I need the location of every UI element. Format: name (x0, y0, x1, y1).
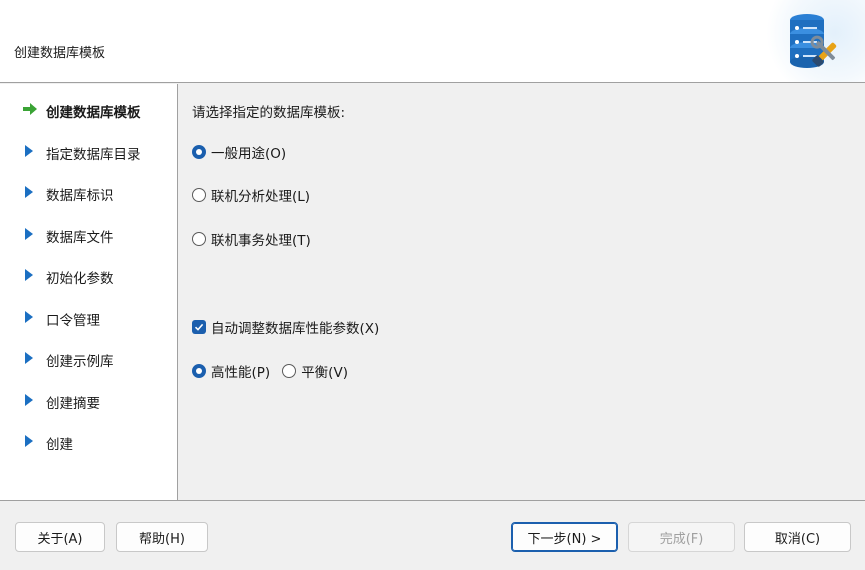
step-label: 创建数据库模板 (46, 105, 141, 121)
step-summary: 创建摘要 (0, 389, 178, 412)
step-label: 指定数据库目录 (46, 147, 141, 163)
radio-balanced[interactable]: 平衡(V) (282, 361, 348, 381)
step-arrow-icon (25, 145, 33, 157)
radio-button[interactable] (192, 188, 206, 202)
radio-high-performance[interactable]: 高性能(P) (192, 361, 270, 381)
finish-button[interactable]: 完成(F) (628, 522, 735, 552)
radio-general-purpose[interactable]: 一般用途(O) (192, 143, 287, 162)
next-button[interactable]: 下一步(N) > (511, 522, 618, 552)
step-database-files: 数据库文件 (0, 223, 178, 246)
step-label: 口令管理 (46, 313, 100, 329)
database-logo-icon (765, 0, 865, 82)
step-sample-database: 创建示例库 (0, 347, 178, 370)
step-arrow-icon (25, 186, 33, 198)
wizard-header: 创建数据库模板 (0, 0, 865, 83)
step-label: 创建摘要 (46, 396, 100, 412)
step-create: 创建 (0, 430, 178, 453)
radio-button[interactable] (192, 232, 206, 246)
step-arrow-icon (25, 352, 33, 364)
radio-button[interactable] (192, 145, 206, 159)
auto-tune-checkbox[interactable]: 自动调整数据库性能参数(X) (192, 318, 380, 337)
radio-label: 联机事务处理(T) (211, 233, 311, 249)
wizard-content: 请选择指定的数据库模板: 一般用途(O) 联机分析处理(L) 联机事务处理(T)… (179, 84, 865, 500)
template-prompt: 请选择指定的数据库模板: (192, 105, 346, 121)
checkmark-icon[interactable] (192, 320, 206, 334)
about-button[interactable]: 关于(A) (15, 522, 105, 552)
step-database-directory: 指定数据库目录 (0, 140, 178, 163)
radio-label: 一般用途(O) (211, 146, 287, 162)
current-step-arrow-icon (23, 103, 37, 115)
step-database-identity: 数据库标识 (0, 181, 178, 204)
radio-olap[interactable]: 联机分析处理(L) (192, 186, 311, 205)
step-arrow-icon (25, 228, 33, 240)
step-init-params: 初始化参数 (0, 264, 178, 287)
step-create-template: 创建数据库模板 (0, 98, 178, 121)
radio-button[interactable] (192, 364, 206, 378)
wizard-footer: 关于(A) 帮助(H) 下一步(N) > 完成(F) 取消(C) (0, 500, 865, 570)
step-label: 初始化参数 (46, 271, 114, 287)
wizard-steps-sidebar: 创建数据库模板 指定数据库目录 数据库标识 数据库文件 初始化参数 口令管理 创… (0, 84, 178, 500)
step-label: 创建示例库 (46, 354, 114, 370)
step-arrow-icon (25, 269, 33, 281)
radio-label: 联机分析处理(L) (211, 189, 311, 205)
checkbox-label: 自动调整数据库性能参数(X) (211, 321, 380, 337)
step-arrow-icon (25, 394, 33, 406)
step-password-management: 口令管理 (0, 306, 178, 329)
help-button[interactable]: 帮助(H) (116, 522, 208, 552)
window-title: 创建数据库模板 (14, 46, 106, 61)
radio-button[interactable] (282, 364, 297, 378)
radio-label: 平衡(V) (301, 365, 348, 381)
step-label: 数据库标识 (46, 188, 114, 204)
radio-oltp[interactable]: 联机事务处理(T) (192, 230, 311, 249)
cancel-button[interactable]: 取消(C) (744, 522, 851, 552)
step-arrow-icon (25, 311, 33, 323)
radio-label: 高性能(P) (211, 365, 271, 381)
step-label: 创建 (46, 437, 73, 453)
tune-mode-group: 高性能(P) 平衡(V) (192, 361, 348, 381)
step-arrow-icon (25, 435, 33, 447)
step-label: 数据库文件 (46, 230, 114, 246)
